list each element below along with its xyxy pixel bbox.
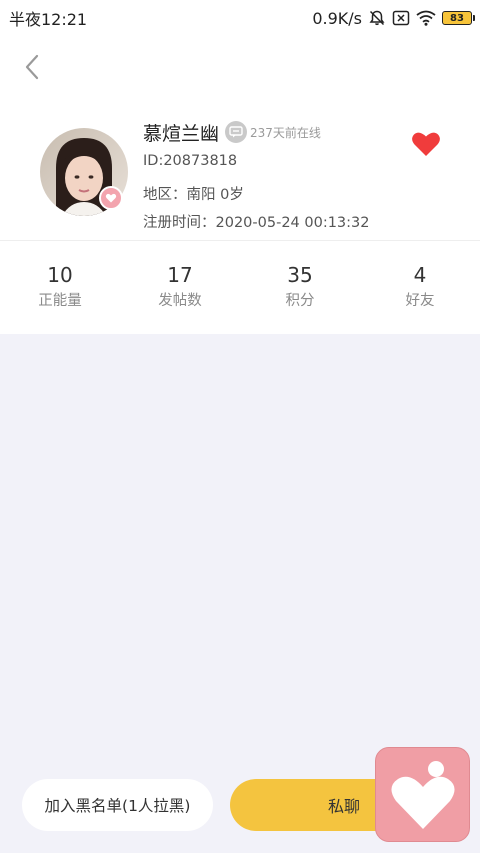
status-right: 0.9K/s 83 [312, 8, 475, 28]
avatar-heart-badge-icon [99, 186, 123, 210]
stat-points[interactable]: 35 积分 [240, 241, 360, 334]
message-bubble-icon [225, 121, 248, 143]
user-id: ID:20873818 [143, 153, 238, 169]
blacklist-button[interactable]: 加入黑名单(1人拉黑) [22, 779, 213, 831]
battery-level: 83 [450, 12, 464, 24]
stat-label: 正能量 [38, 293, 82, 309]
stat-friends[interactable]: 4 好友 [360, 241, 480, 334]
stat-value: 17 [167, 263, 193, 287]
chevron-left-icon [25, 54, 39, 80]
back-button[interactable] [18, 50, 46, 84]
stat-value: 4 [413, 263, 427, 287]
stat-positive-energy[interactable]: 10 正能量 [0, 241, 120, 334]
user-region: 地区：南阳 0岁 [143, 187, 244, 203]
top-bar [0, 36, 480, 104]
stat-value: 35 [287, 263, 313, 287]
sim-disabled-icon [392, 10, 410, 26]
network-speed: 0.9K/s [312, 8, 362, 28]
nickname-row: 慕煊兰幽 237天前在线 [143, 118, 321, 146]
status-bar: 半夜12:21 0.9K/s 83 [0, 0, 480, 36]
stat-value: 10 [47, 263, 73, 287]
battery-icon: 83 [442, 11, 475, 25]
stat-posts[interactable]: 17 发帖数 [120, 241, 240, 334]
last-online: 237天前在线 [250, 125, 321, 140]
wifi-icon [416, 10, 436, 26]
favorite-button[interactable] [411, 130, 441, 158]
heart-icon [412, 132, 440, 156]
bell-off-icon [368, 9, 386, 27]
status-time: 半夜12:21 [9, 10, 88, 29]
stat-label: 好友 [405, 293, 435, 309]
register-time: 注册时间：2020-05-24 00:13:32 [143, 215, 370, 231]
app-heart-logo-icon[interactable] [375, 747, 470, 842]
stat-label: 发帖数 [158, 293, 202, 309]
profile-screen: 半夜12:21 0.9K/s 83 慕煊兰幽 237天前在线 ID:208738… [0, 0, 480, 853]
stat-label: 积分 [285, 293, 315, 309]
profile-card: 慕煊兰幽 237天前在线 ID:20873818 地区：南阳 0岁 注册时间：2… [0, 104, 480, 240]
stats-bar: 10 正能量 17 发帖数 35 积分 4 好友 [0, 241, 480, 334]
nickname: 慕煊兰幽 [143, 122, 220, 145]
